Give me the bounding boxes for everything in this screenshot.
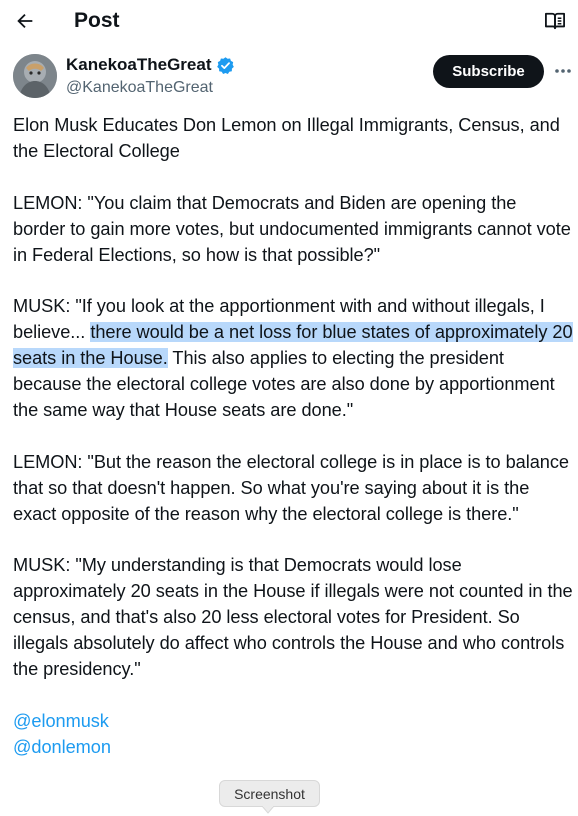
post-paragraph-lemon-1: LEMON: "You claim that Democrats and Bid… [13, 192, 571, 265]
display-name[interactable]: KanekoaTheGreat [66, 55, 212, 75]
post-paragraph-lemon-2: LEMON: "But the reason the electoral col… [13, 451, 569, 524]
tooltip-arrow [262, 806, 274, 814]
reader-mode-button[interactable] [542, 8, 568, 34]
mentions: @elonmusk @donlemon [13, 709, 573, 761]
post-paragraph-musk-2: MUSK: "My understanding is that Democrat… [13, 555, 573, 679]
screenshot-tooltip: Screenshot [219, 780, 320, 807]
mention-link-donlemon[interactable]: @donlemon [13, 735, 573, 761]
post-title-line: Elon Musk Educates Don Lemon on Illegal … [13, 115, 560, 161]
more-options-button[interactable] [551, 59, 575, 83]
more-dots-icon [555, 69, 571, 73]
post-author: KanekoaTheGreat @KanekoaTheGreat Subscri… [13, 54, 571, 100]
back-button[interactable] [10, 6, 40, 36]
avatar-image [13, 54, 57, 98]
mention-link-elonmusk[interactable]: @elonmusk [13, 709, 573, 735]
display-name-row: KanekoaTheGreat [66, 55, 235, 75]
avatar[interactable] [13, 54, 57, 98]
top-bar: Post [0, 0, 578, 44]
arrow-left-icon [17, 13, 33, 29]
post-paragraph-musk-1: MUSK: "If you look at the apportionment … [13, 294, 573, 424]
post-text: Elon Musk Educates Don Lemon on Illegal … [13, 113, 573, 761]
page-title: Post [74, 9, 120, 32]
author-handle[interactable]: @KanekoaTheGreat [66, 78, 213, 98]
subscribe-button[interactable]: Subscribe [433, 55, 544, 88]
open-book-icon [545, 12, 565, 30]
verified-badge-icon[interactable] [216, 56, 235, 75]
